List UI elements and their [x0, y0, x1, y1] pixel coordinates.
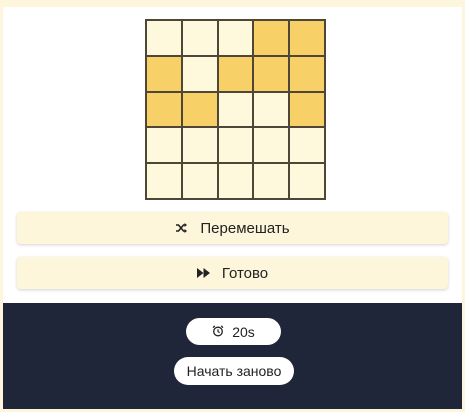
restart-button[interactable]: Начать заново [174, 357, 294, 385]
grid-cell-4-4[interactable] [290, 164, 324, 198]
grid-cell-1-2[interactable] [218, 56, 253, 91]
alarm-clock-icon [212, 324, 224, 340]
grid-cell-4-3[interactable] [254, 164, 289, 198]
grid-cell-3-2[interactable] [218, 128, 253, 163]
grid-cell-3-1[interactable] [182, 128, 217, 163]
grid-cell-2-2[interactable] [218, 92, 253, 127]
grid-cell-3-4[interactable] [290, 128, 324, 163]
grid-cell-2-3[interactable] [254, 92, 289, 127]
grid-cell-4-2[interactable] [218, 164, 253, 198]
grid-cell-0-1[interactable] [182, 21, 217, 55]
grid-cell-4-1[interactable] [182, 164, 217, 198]
grid-cell-4-0[interactable] [147, 164, 181, 198]
grid-cell-1-3[interactable] [254, 56, 289, 91]
shuffle-button[interactable]: Перемешать [17, 212, 448, 244]
grid-cell-3-3[interactable] [254, 128, 289, 163]
shuffle-label: Перемешать [200, 219, 290, 237]
grid-cell-1-0[interactable] [147, 56, 181, 91]
timer-badge: 20s [186, 318, 281, 345]
grid-cell-0-0[interactable] [147, 21, 181, 55]
fast-forward-icon [196, 268, 210, 278]
grid-cell-0-4[interactable] [290, 21, 324, 55]
grid-cell-2-1[interactable] [182, 92, 217, 127]
done-label: Готово [221, 264, 269, 282]
grid-cell-0-2[interactable] [218, 21, 253, 55]
game-card: Перемешать Готово [3, 7, 462, 303]
grid-cell-2-4[interactable] [290, 92, 324, 127]
footer-bar: 20s Начать заново [3, 303, 462, 409]
shuffle-icon [175, 222, 188, 234]
timer-value: 20s [232, 323, 255, 340]
grid-cell-0-3[interactable] [254, 21, 289, 55]
grid-cell-3-0[interactable] [147, 128, 181, 163]
grid-cell-1-4[interactable] [290, 56, 324, 91]
puzzle-grid [145, 19, 326, 200]
grid-cell-1-1[interactable] [182, 56, 217, 91]
done-button[interactable]: Готово [17, 257, 448, 289]
grid-cell-2-0[interactable] [147, 92, 181, 127]
